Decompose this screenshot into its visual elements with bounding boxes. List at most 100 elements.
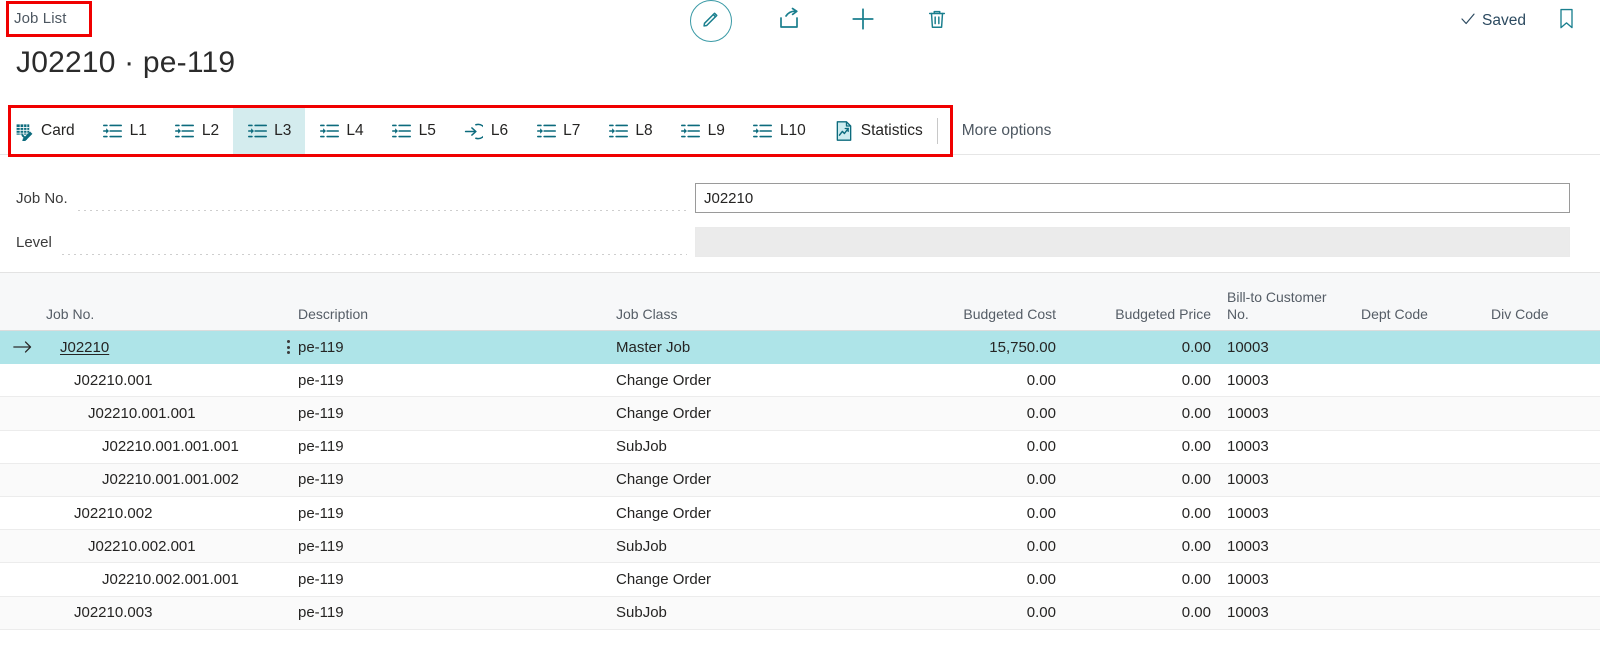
cell-job-no[interactable]: J02210.001.001.001 (46, 438, 298, 455)
breadcrumb[interactable]: Job List (14, 4, 86, 33)
grid-column-header-job-class[interactable]: Job Class (616, 306, 784, 330)
table-row[interactable]: J02210.003pe-119SubJob0.000.0010003PE-11… (0, 596, 1600, 630)
cell-job-no[interactable]: J02210.002 (46, 505, 298, 522)
job-no-link[interactable]: J02210 (60, 339, 109, 356)
cell-job-no[interactable]: J02210.001.001 (46, 405, 298, 422)
table-row[interactable]: J02210.001 pe-119 Change Order 0.00 0.00 1000… (0, 364, 1600, 398)
saved-status[interactable]: Saved (1459, 0, 1526, 42)
cell-job-no[interactable]: J02210.001.001.002 (46, 471, 298, 488)
cell-budgeted-price[interactable]: 0.00 (1056, 471, 1211, 488)
cell-bill-to-customer-no[interactable]: 10003 (1211, 339, 1377, 356)
cell-budgeted-cost[interactable]: 0.00 (784, 571, 1056, 588)
cell-description[interactable]: pe-119 (298, 438, 616, 455)
cell-bill-to-customer-no[interactable]: 10003 (1211, 372, 1377, 389)
cell-description[interactable]: pe-119 (298, 339, 616, 356)
table-row[interactable]: J02210.001.001.002 pe-119 Change Order 0.00… (0, 463, 1600, 497)
table-row[interactable]: J02210.002.001pe-119SubJob0.000.0010003P… (0, 530, 1600, 564)
cell-budgeted-cost[interactable]: 0.00 (784, 604, 1056, 621)
tab-card[interactable]: Card (0, 108, 89, 154)
table-row[interactable]: J02210 pe-119 Master Job 15,750.00 0.00 10003… (0, 331, 1600, 365)
cell-description[interactable]: pe-119 (298, 505, 616, 522)
breadcrumb-job-list-link[interactable]: Job List (14, 10, 67, 27)
row-more-menu-icon[interactable] (287, 340, 290, 355)
cell-job-class[interactable]: SubJob (616, 438, 784, 455)
cell-job-no[interactable]: J02210.001 (46, 372, 298, 389)
grid-column-header-description[interactable]: Description (298, 306, 616, 330)
field-leader-dots (75, 210, 687, 211)
cell-job-no[interactable]: J02210.002.001 (46, 538, 298, 555)
cell-bill-to-customer-no[interactable]: 10003 (1211, 538, 1377, 555)
tab-l4[interactable]: L4 (305, 108, 377, 154)
grid-column-header-div-code[interactable]: Div Code (1491, 306, 1600, 330)
tab-l6[interactable]: L6 (450, 108, 522, 154)
cell-budgeted-cost[interactable]: 0.00 (784, 405, 1056, 422)
more-options-button[interactable]: More options (938, 108, 1068, 154)
table-row[interactable]: J02210.001.001.001 pe-119 SubJob 0.00 0.00 10… (0, 430, 1600, 464)
job-no-text: J02210.001 (74, 371, 153, 389)
cell-job-class[interactable]: Change Order (616, 505, 784, 522)
tab-l2[interactable]: L2 (161, 108, 233, 154)
table-row[interactable]: J02210.002 pe-119 Change Order 0.00 0.00 1000… (0, 496, 1600, 531)
tab-l9[interactable]: L9 (667, 108, 739, 154)
cell-job-no[interactable]: J02210.002.001.001 (46, 571, 298, 588)
cell-description[interactable]: pe-119 (298, 604, 616, 621)
cell-bill-to-customer-no[interactable]: 10003 (1211, 604, 1377, 621)
tab-l7[interactable]: L7 (522, 108, 594, 154)
cell-job-class[interactable]: SubJob (616, 538, 784, 555)
indent-list-icon (319, 121, 339, 141)
cell-job-class[interactable]: Master Job (616, 339, 784, 356)
cell-bill-to-customer-no[interactable]: 10003 (1211, 438, 1377, 455)
cell-description[interactable]: pe-119 (298, 471, 616, 488)
cell-job-no[interactable]: J02210.003 (46, 604, 298, 621)
cell-job-no[interactable]: J02210 (46, 339, 298, 356)
cell-bill-to-customer-no[interactable]: 10003 (1211, 471, 1377, 488)
grid-column-header-budgeted-cost[interactable]: Budgeted Cost (784, 306, 1056, 330)
tab-l1[interactable]: L1 (89, 108, 161, 154)
cell-job-class[interactable]: Change Order (616, 571, 784, 588)
cell-budgeted-price[interactable]: 0.00 (1056, 438, 1211, 455)
tab-l3[interactable]: L3 (233, 108, 306, 154)
tab-l8[interactable]: L8 (594, 108, 666, 154)
share-button[interactable] (772, 4, 806, 38)
cell-job-class[interactable]: Change Order (616, 372, 784, 389)
cell-budgeted-price[interactable]: 0.00 (1056, 571, 1211, 588)
tab-label: L5 (418, 122, 436, 139)
tab-statistics[interactable]: Statistics (820, 108, 937, 154)
tab-l10[interactable]: L10 (739, 108, 820, 154)
grid-column-header-budgeted-price[interactable]: Budgeted Price (1056, 306, 1211, 330)
cell-job-class[interactable]: Change Order (616, 471, 784, 488)
cell-budgeted-price[interactable]: 0.00 (1056, 405, 1211, 422)
grid-column-header-dept-code[interactable]: Dept Code (1361, 306, 1491, 330)
cell-bill-to-customer-no[interactable]: 10003 (1211, 571, 1377, 588)
cell-budgeted-price[interactable]: 0.00 (1056, 538, 1211, 555)
table-row[interactable]: J02210.001.001 pe-119 Change Order 0.00 0.00… (0, 397, 1600, 431)
cell-budgeted-cost[interactable]: 0.00 (784, 438, 1056, 455)
tab-l5[interactable]: L5 (378, 108, 450, 154)
cell-budgeted-price[interactable]: 0.00 (1056, 505, 1211, 522)
cell-description[interactable]: pe-119 (298, 405, 616, 422)
cell-budgeted-cost[interactable]: 0.00 (784, 505, 1056, 522)
cell-budgeted-price[interactable]: 0.00 (1056, 339, 1211, 356)
table-row[interactable]: J02210.002.001.001 pe-119 Change Order 0.00… (0, 563, 1600, 597)
bookmark-button[interactable] (1557, 0, 1576, 42)
cell-budgeted-cost[interactable]: 0.00 (784, 471, 1056, 488)
grid-column-header-job-no[interactable]: Job No. (46, 306, 298, 330)
cell-description[interactable]: pe-119 (298, 571, 616, 588)
cell-job-class[interactable]: SubJob (616, 604, 784, 621)
new-button[interactable] (846, 4, 880, 38)
cell-description[interactable]: pe-119 (298, 372, 616, 389)
cell-bill-to-customer-no[interactable]: 10003 (1211, 405, 1377, 422)
delete-button[interactable] (920, 4, 954, 38)
cell-budgeted-cost[interactable]: 0.00 (784, 372, 1056, 389)
edit-button[interactable] (690, 0, 732, 42)
cell-budgeted-price[interactable]: 0.00 (1056, 372, 1211, 389)
input-job-no[interactable] (695, 183, 1570, 213)
cell-budgeted-cost[interactable]: 0.00 (784, 538, 1056, 555)
cell-description[interactable]: pe-119 (298, 538, 616, 555)
field-row-level: Level (0, 220, 1600, 264)
cell-budgeted-price[interactable]: 0.00 (1056, 604, 1211, 621)
cell-bill-to-customer-no[interactable]: 10003 (1211, 505, 1377, 522)
cell-budgeted-cost[interactable]: 15,750.00 (784, 339, 1056, 356)
cell-job-class[interactable]: Change Order (616, 405, 784, 422)
grid-column-header-bill-to-customer-no[interactable]: Bill-to Customer No. (1211, 289, 1361, 330)
